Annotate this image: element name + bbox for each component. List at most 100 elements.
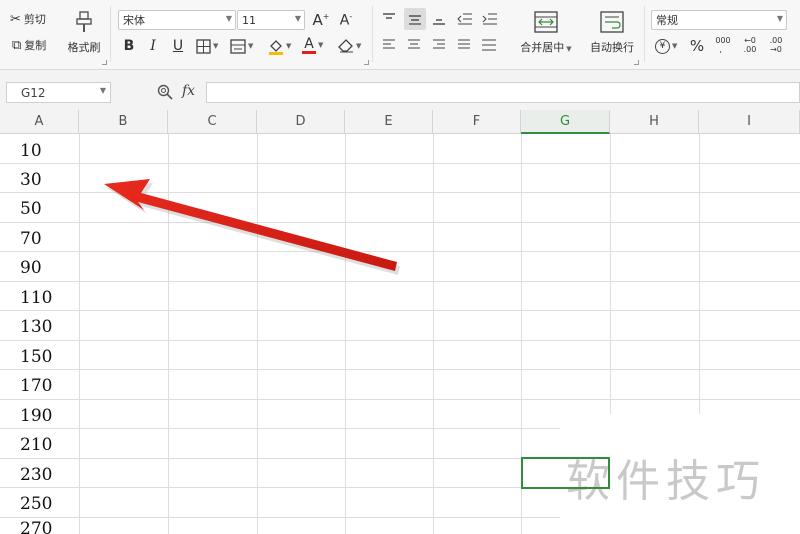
- cell-style-icon: [230, 38, 246, 54]
- indent-icon: [482, 13, 497, 25]
- increase-font-button[interactable]: A+: [312, 10, 330, 30]
- cell-a2[interactable]: 30: [20, 165, 90, 194]
- align-bottom-icon: [433, 19, 445, 25]
- column-header-i[interactable]: I: [699, 110, 800, 134]
- cut-button[interactable]: ✂ 剪切: [10, 10, 46, 28]
- insert-function-button[interactable]: fx: [182, 83, 195, 99]
- copy-icon: ⧉: [12, 37, 22, 53]
- font-dialog-launcher[interactable]: [364, 60, 369, 65]
- column-header-c[interactable]: C: [168, 110, 257, 134]
- column-header-e[interactable]: E: [345, 110, 433, 134]
- underline-button[interactable]: U: [169, 36, 187, 56]
- fill-color-button[interactable]: ▼: [268, 36, 291, 56]
- clear-button[interactable]: ▼: [338, 36, 361, 56]
- cell-a8[interactable]: 150: [20, 342, 90, 371]
- decrease-indent-button[interactable]: [456, 10, 474, 28]
- chevron-down-icon: ▼: [225, 14, 232, 23]
- cell-a4[interactable]: 70: [20, 224, 90, 253]
- cell-a3[interactable]: 50: [20, 194, 90, 223]
- align-right-button[interactable]: [430, 36, 448, 54]
- cell-a13[interactable]: 250: [20, 489, 90, 518]
- grid-line: [345, 134, 346, 534]
- chevron-down-icon: ▼: [672, 42, 678, 50]
- copy-button[interactable]: ⧉ 复制: [12, 36, 46, 54]
- alignment-dialog-launcher[interactable]: [634, 60, 639, 65]
- bold-button[interactable]: B: [120, 36, 138, 56]
- cell-a12[interactable]: 230: [20, 460, 90, 489]
- italic-button[interactable]: I: [144, 36, 162, 56]
- zoom-lookup-icon[interactable]: [157, 84, 173, 103]
- chevron-down-icon: ▼: [248, 42, 254, 50]
- grid-line: [257, 134, 258, 534]
- align-center-button[interactable]: [405, 36, 423, 54]
- increase-decimal-button[interactable]: ←0 .00: [740, 34, 760, 56]
- decrease-font-button[interactable]: A-: [337, 10, 355, 30]
- separator: [644, 6, 645, 62]
- decrease-decimal-button[interactable]: .00 →0: [765, 34, 787, 56]
- increase-indent-button[interactable]: [481, 10, 499, 28]
- clipboard-dialog-launcher[interactable]: [102, 60, 107, 65]
- thousands-separator-button[interactable]: 000,: [712, 34, 734, 56]
- merge-center-label: 合并居中: [520, 41, 565, 54]
- distributed-icon: [482, 39, 496, 51]
- percent-button[interactable]: %: [688, 36, 706, 56]
- align-middle-button[interactable]: [404, 8, 426, 30]
- cell-a14[interactable]: 270: [20, 519, 90, 534]
- align-left-button[interactable]: [380, 36, 398, 54]
- align-top-button[interactable]: [380, 10, 398, 28]
- cell-a10[interactable]: 190: [20, 401, 90, 430]
- brush-icon: [76, 11, 92, 32]
- separator: [372, 6, 373, 62]
- ribbon-toolbar: ✂ 剪切 ⧉ 复制 格式刷 宋体 ▼ 11 ▼ A+ A- B I U ▼ ▼ …: [0, 0, 800, 70]
- paint-bucket-icon: [269, 39, 283, 55]
- align-bottom-button[interactable]: [430, 10, 448, 28]
- font-color-button[interactable]: A ▼: [302, 34, 323, 56]
- chevron-down-icon: ▼: [286, 42, 292, 50]
- wrap-text-button[interactable]: 自动换行: [585, 8, 639, 58]
- format-painter-button[interactable]: 格式刷: [64, 8, 104, 58]
- currency-button[interactable]: ¥ ▼: [655, 36, 677, 56]
- active-cell-g12[interactable]: [521, 457, 610, 489]
- align-center-icon: [408, 39, 420, 49]
- borders-button[interactable]: ▼: [196, 36, 218, 56]
- cell-style-button[interactable]: ▼: [230, 36, 253, 56]
- chevron-down-icon: ▼: [213, 42, 219, 50]
- justify-button[interactable]: [455, 36, 473, 54]
- font-name-select[interactable]: 宋体 ▼: [118, 10, 236, 30]
- chevron-down-icon: ▼: [318, 41, 324, 49]
- grid-line: [0, 163, 800, 164]
- column-header-a[interactable]: A: [0, 110, 79, 134]
- merge-cells-icon: [534, 11, 558, 33]
- arrow-icon: [104, 179, 400, 275]
- grid-line: [168, 134, 169, 534]
- align-top-icon: [383, 13, 395, 19]
- column-header-d[interactable]: D: [257, 110, 345, 134]
- cell-a1[interactable]: 10: [20, 136, 90, 165]
- cell-a9[interactable]: 170: [20, 371, 90, 400]
- chevron-down-icon: ▼: [356, 42, 362, 50]
- distributed-button[interactable]: [480, 36, 498, 54]
- name-box[interactable]: G12 ▼: [6, 82, 111, 103]
- align-right-icon: [433, 39, 445, 49]
- cell-a5[interactable]: 90: [20, 253, 90, 282]
- cell-a11[interactable]: 210: [20, 430, 90, 459]
- chevron-down-icon: ▼: [776, 14, 783, 23]
- thousands-label: 000: [715, 36, 731, 45]
- copy-label: 复制: [24, 39, 47, 52]
- merge-center-button[interactable]: 合并居中 ▼: [515, 8, 577, 58]
- column-header-b[interactable]: B: [79, 110, 168, 134]
- eraser-icon: [338, 39, 353, 53]
- cell-a7[interactable]: 130: [20, 312, 90, 341]
- column-header-f[interactable]: F: [433, 110, 521, 134]
- wrap-text-label: 自动换行: [590, 41, 634, 54]
- formula-input[interactable]: [206, 82, 800, 103]
- font-size-select[interactable]: 11 ▼: [237, 10, 305, 30]
- grid-line: [0, 222, 800, 223]
- chevron-down-icon: ▼: [294, 14, 301, 23]
- cell-a6[interactable]: 110: [20, 283, 90, 312]
- font-increase-icon: A+: [312, 11, 330, 29]
- number-format-select[interactable]: 常规 ▼: [651, 10, 787, 30]
- align-left-icon: [383, 39, 395, 49]
- column-header-g[interactable]: G: [521, 110, 610, 134]
- column-header-h[interactable]: H: [610, 110, 699, 134]
